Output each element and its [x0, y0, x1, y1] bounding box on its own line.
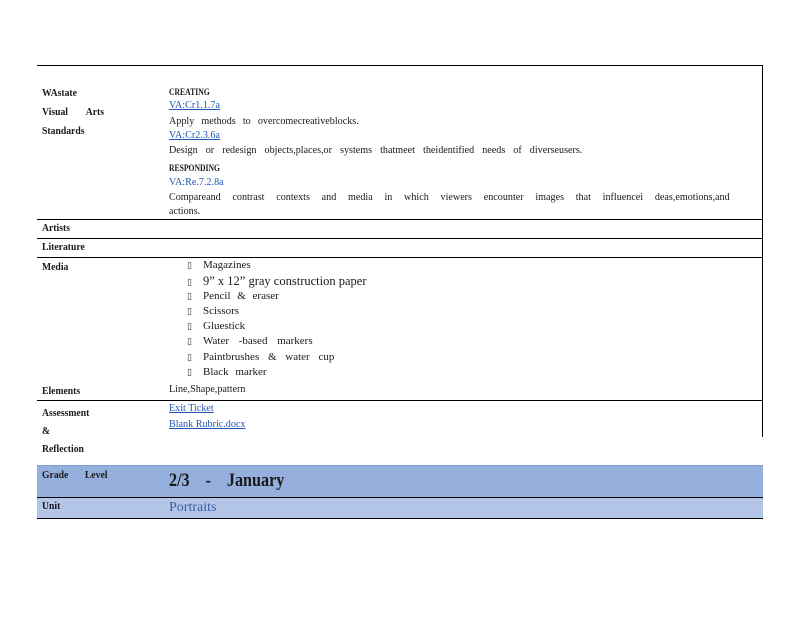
- row-divider-media: [37, 257, 763, 258]
- unit-value: Portraits: [169, 500, 217, 515]
- grade-level-value: 2/3 - January: [169, 470, 285, 491]
- literature-label: Literature: [42, 241, 85, 253]
- standard-text-cr1: Apply methods to overcomecreativeblocks.: [169, 115, 359, 127]
- unit-label: Unit: [42, 500, 61, 512]
- checkbox-icon: ▯: [187, 292, 192, 302]
- media-label: Media: [42, 261, 69, 273]
- list-item: ▯ 9” x 12” gray construction paper: [187, 274, 367, 288]
- band-bottom-border: [37, 518, 763, 519]
- standard-link-cr2[interactable]: VA:Cr2.3.6a: [169, 129, 220, 141]
- grade-level-row: Grade Level 2/3 - January: [37, 465, 763, 498]
- table-right-border: [762, 65, 763, 437]
- exit-ticket-link[interactable]: Exit Ticket: [169, 402, 214, 414]
- standard-link-re: VA:Re.7.2.8a: [169, 176, 224, 188]
- artists-label: Artists: [42, 222, 70, 234]
- checkbox-icon: ▯: [187, 261, 192, 271]
- list-item: ▯ Pencil & eraser: [187, 290, 279, 302]
- grade-level-label: Grade Level: [42, 469, 108, 481]
- checkbox-icon: ▯: [187, 278, 192, 288]
- elements-value: Line,Shape,pattern: [169, 383, 246, 395]
- media-list: ▯ Magazines ▯ 9” x 12” gray construction p…: [187, 259, 366, 381]
- standard-text-re-line2: actions.: [169, 205, 201, 217]
- standard-text-cr2: Design or redesign objects,places,or sys…: [169, 144, 583, 156]
- assessment-label: Assessment & Reflection: [42, 407, 90, 455]
- list-item: ▯ Water -based markers: [187, 335, 313, 347]
- checkbox-icon: ▯: [187, 322, 192, 332]
- list-item: ▯ Magazines: [187, 259, 251, 271]
- standard-link-cr1[interactable]: VA:Cr1.1.7a: [169, 99, 220, 111]
- checkbox-icon: ▯: [187, 353, 192, 363]
- table-top-border: [37, 65, 763, 66]
- list-item: ▯ Paintbrushes & water cup: [187, 351, 335, 363]
- row-divider-literature: [37, 238, 763, 239]
- creating-heading: CREATING: [169, 87, 210, 97]
- unit-row: Unit Portraits: [37, 498, 763, 518]
- checkbox-icon: ▯: [187, 368, 192, 378]
- blank-rubric-link[interactable]: Blank Rubric.docx: [169, 418, 245, 430]
- list-item: ▯ Scissors: [187, 305, 240, 317]
- checkbox-icon: ▯: [187, 337, 192, 347]
- standards-label: WAstate Visual Arts Standards: [42, 87, 105, 137]
- row-divider-artists: [37, 219, 763, 220]
- responding-heading: RESPONDING: [169, 163, 221, 173]
- list-item: ▯ Gluestick: [187, 320, 246, 332]
- standard-text-re-line1: Compareand contrast contexts and media i…: [169, 191, 730, 203]
- checkbox-icon: ▯: [187, 307, 192, 317]
- list-item: ▯ Black marker: [187, 366, 267, 378]
- elements-label: Elements: [42, 385, 81, 397]
- row-divider-assessment: [37, 400, 763, 401]
